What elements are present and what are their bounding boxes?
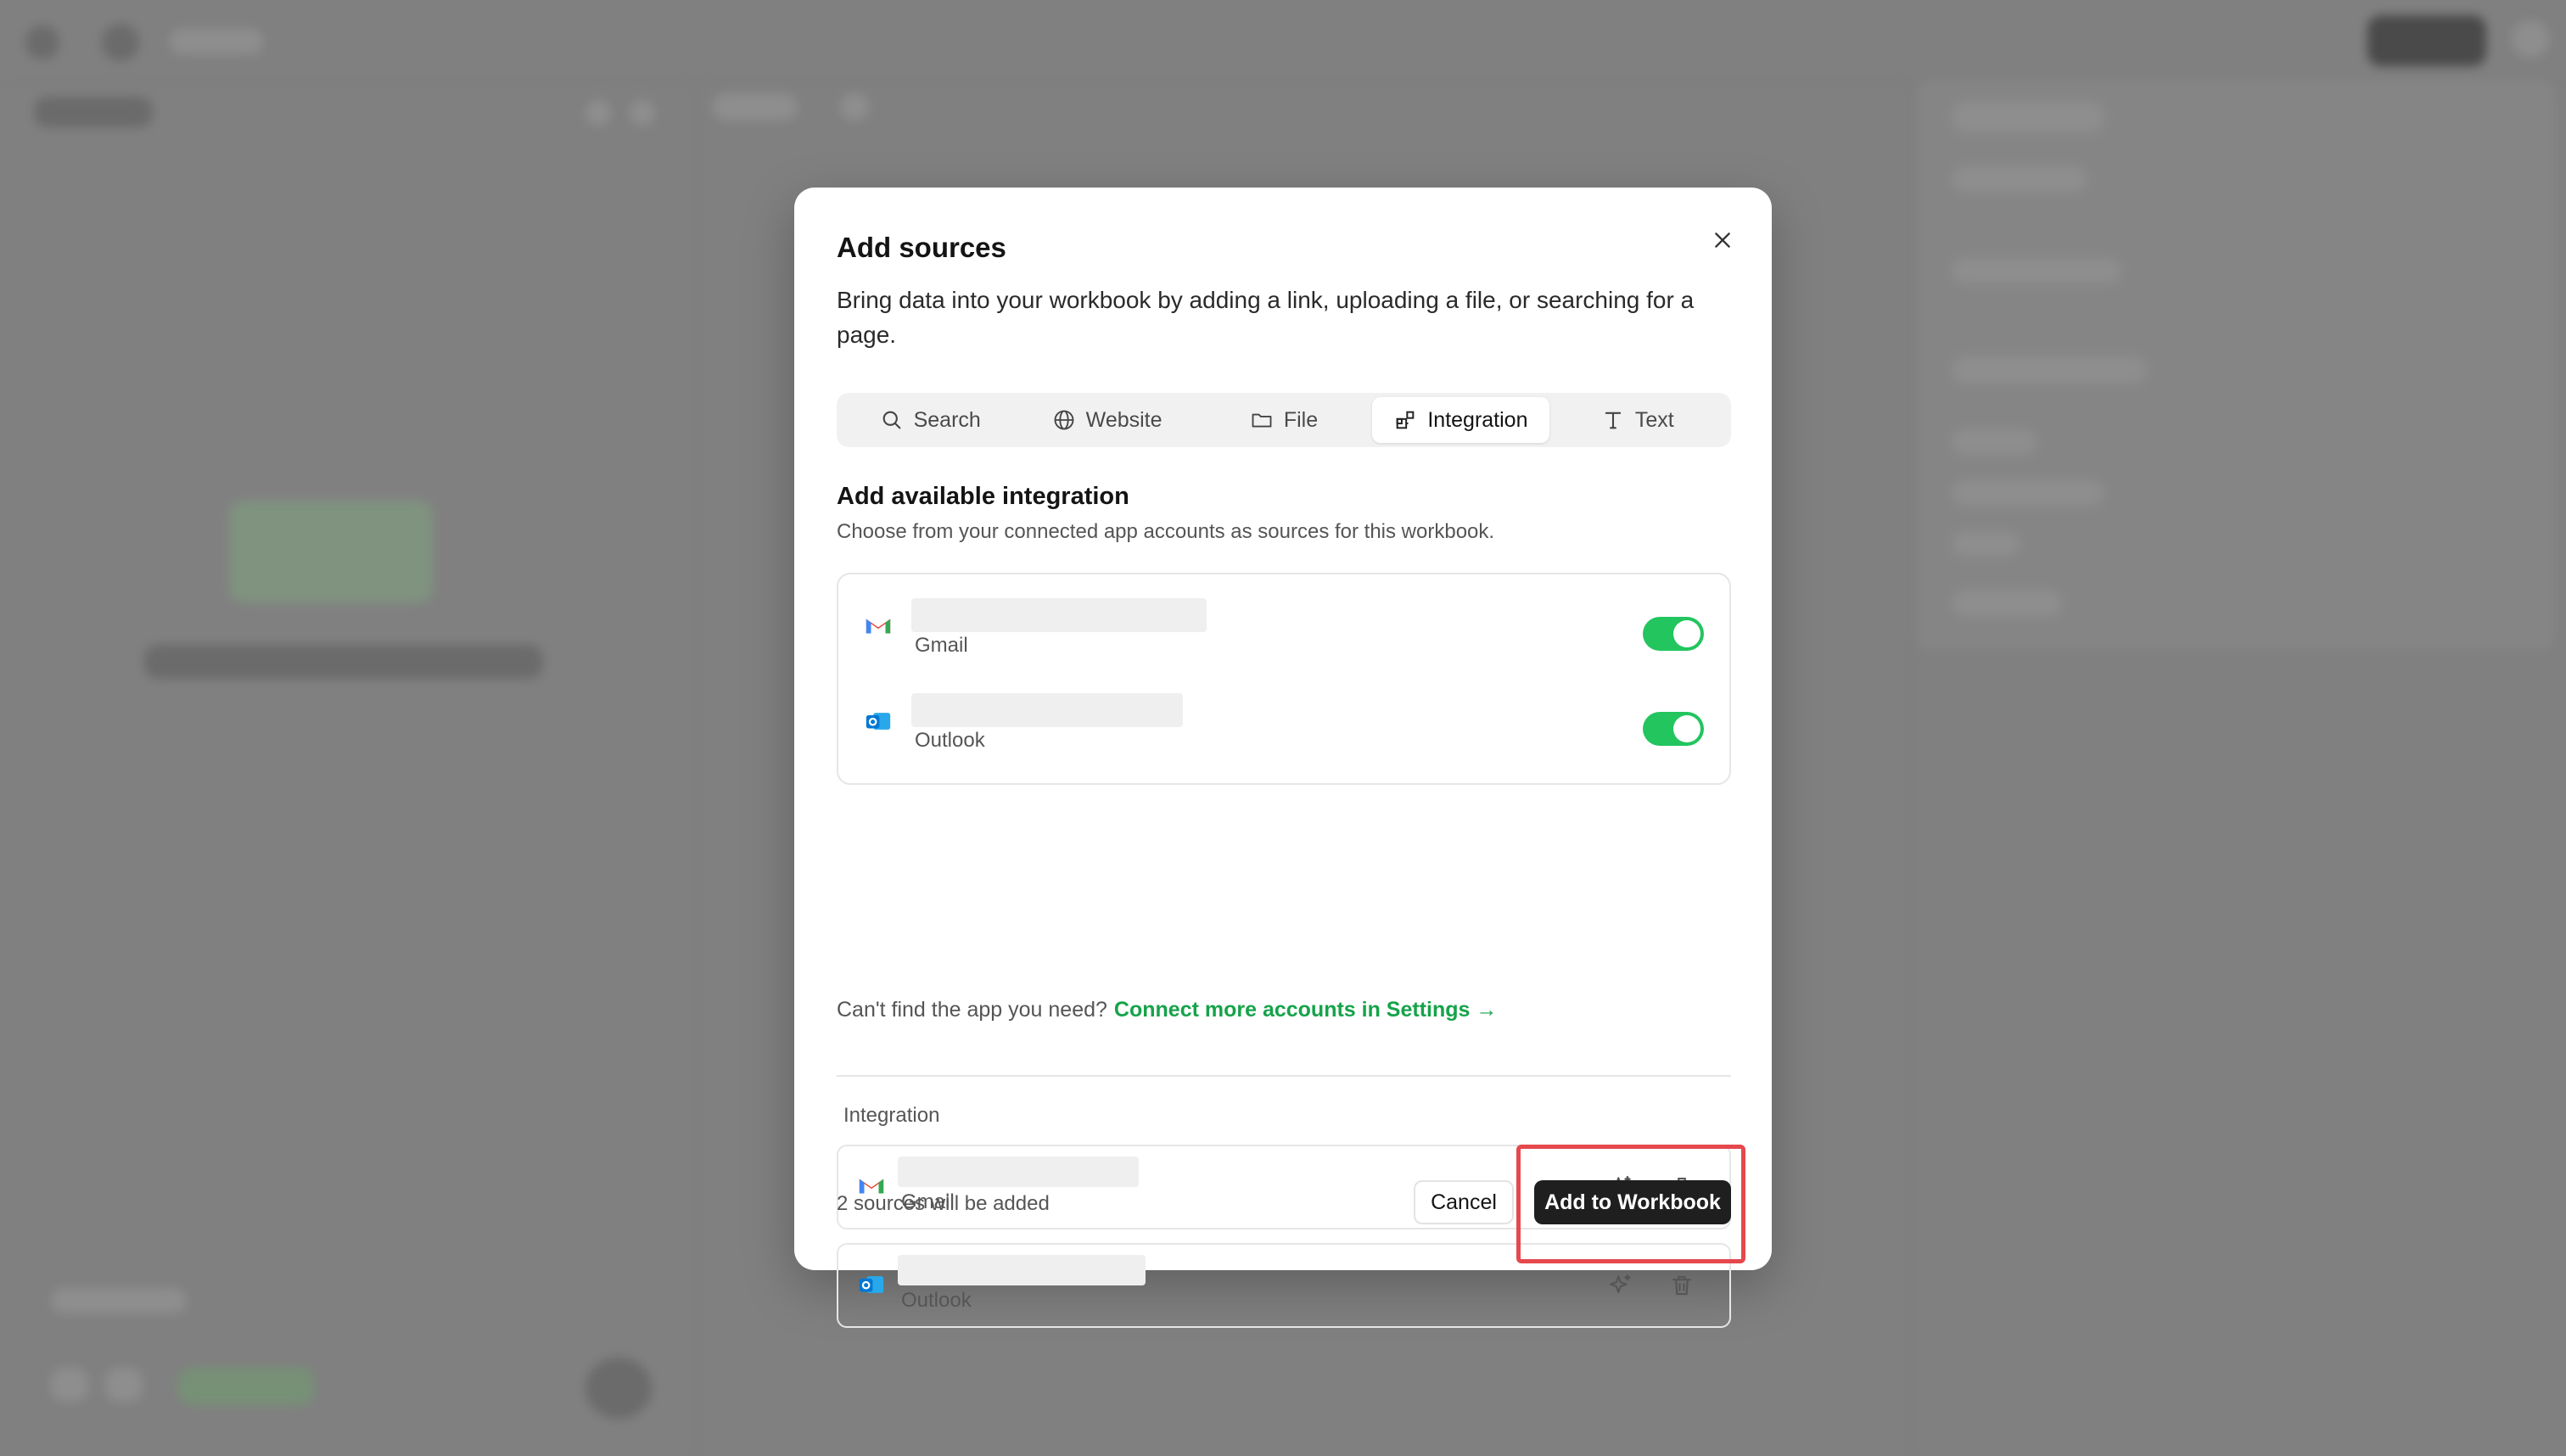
text-icon: [1605, 412, 1622, 429]
close-icon: [1715, 232, 1730, 248]
available-integration-title: Add available integration: [837, 483, 1129, 510]
tab-integration[interactable]: Integration: [1372, 397, 1549, 443]
redacted-account-email: [898, 1156, 1139, 1187]
connected-accounts-list: Gmail Outlook: [837, 573, 1731, 785]
trash-icon: [1672, 1275, 1692, 1296]
tab-search[interactable]: Search: [842, 397, 1018, 443]
gmail-account-toggle[interactable]: [1643, 617, 1704, 651]
redacted-account-email: [898, 1255, 1146, 1285]
close-button[interactable]: [1702, 220, 1743, 260]
account-app-name: Gmail: [915, 634, 968, 657]
divider: [837, 1075, 1731, 1077]
integration-app-name: Outlook: [901, 1289, 972, 1312]
help-text: Can't find the app you need?: [837, 998, 1107, 1022]
connect-accounts-link[interactable]: Connect more accounts in Settings →: [1114, 998, 1497, 1022]
cancel-button[interactable]: Cancel: [1414, 1180, 1514, 1224]
sparkle-icon: [1609, 1274, 1631, 1294]
integration-icon: [1397, 411, 1415, 429]
outlook-icon: [866, 713, 891, 730]
ai-sparkle-button[interactable]: [1604, 1268, 1638, 1302]
outlook-icon: [859, 1276, 884, 1293]
redacted-account-email: [911, 598, 1207, 632]
redacted-account-email: [911, 693, 1183, 727]
gmail-icon: [866, 619, 891, 634]
search-icon: [882, 411, 900, 429]
tab-label: File: [1283, 407, 1319, 432]
source-tabs: Search Website File Integration Text: [837, 393, 1731, 447]
sources-count: 2 sources will be added: [837, 1192, 1050, 1215]
account-app-name: Outlook: [915, 729, 985, 752]
tab-label: Integration: [1427, 407, 1528, 432]
settings-help: Can't find the app you need? Connect more…: [837, 998, 1497, 1022]
globe-icon: [1054, 410, 1074, 430]
outlook-account-toggle[interactable]: [1643, 712, 1704, 746]
tab-label: Text: [1634, 407, 1674, 432]
add-sources-dialog: Add sources Bring data into your workboo…: [794, 188, 1772, 1328]
account-row-gmail: Gmail: [838, 574, 1729, 668]
integration-section-label: Integration: [843, 1104, 940, 1127]
dialog-description: Bring data into your workbook by adding …: [837, 287, 1695, 348]
delete-integration-button[interactable]: [1665, 1268, 1699, 1302]
available-integration-subtitle: Choose from your connected app accounts …: [837, 520, 1495, 543]
folder-icon: [1252, 413, 1272, 428]
dialog-title: Add sources: [837, 232, 1006, 263]
highlight-annotation: [1516, 1145, 1745, 1263]
account-row-outlook: Outlook: [838, 669, 1729, 763]
tab-label: Search: [913, 407, 981, 432]
tab-label: Website: [1085, 407, 1163, 432]
tab-text[interactable]: Text: [1549, 397, 1726, 443]
tab-website[interactable]: Website: [1018, 397, 1195, 443]
tab-file[interactable]: File: [1196, 397, 1372, 443]
